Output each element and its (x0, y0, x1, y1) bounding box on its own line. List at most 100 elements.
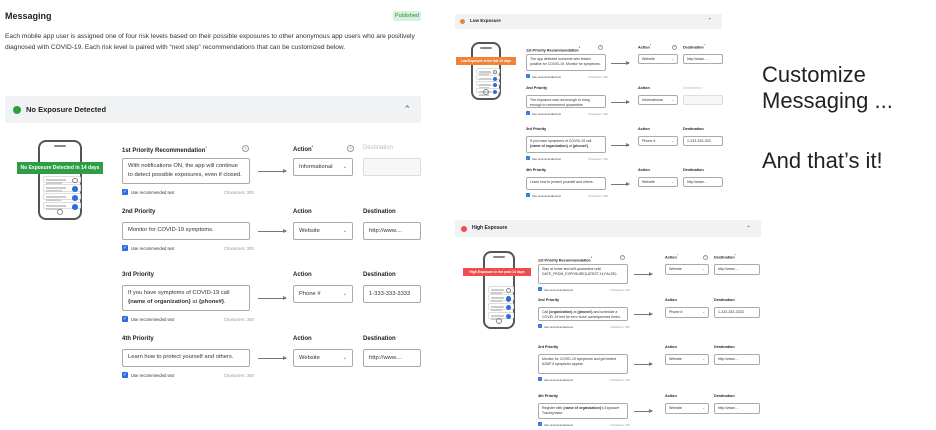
action-select[interactable]: Website ⌄ (665, 403, 709, 414)
recommendation-textarea[interactable]: The app detected someone who tested posi… (526, 54, 606, 71)
recommendation-textarea[interactable]: Learn how to protect yourself and others… (122, 349, 250, 367)
action-select-value: Website (669, 357, 682, 361)
destination-input[interactable]: http://www.... (714, 403, 760, 414)
action-label-text: Action (638, 127, 650, 131)
use-recommended-checkbox[interactable]: ✓ (526, 193, 530, 197)
placeholder-token: {phone#} (577, 310, 593, 314)
action-label-text: Action (293, 272, 312, 278)
phone-illustration (483, 251, 515, 329)
use-recommended-checkbox[interactable]: ✓ (538, 324, 542, 328)
destination-input[interactable]: http://www.... (363, 349, 421, 367)
recommendation-textarea[interactable]: The exposure was not enough to bring eno… (526, 95, 606, 108)
action-select-value: Website (642, 180, 655, 184)
use-recommended-checkbox[interactable]: ✓ (122, 316, 128, 322)
use-recommended-checkbox[interactable]: ✓ (526, 111, 530, 115)
action-select[interactable]: Website ⌄ (665, 354, 709, 365)
recommendation-textarea[interactable]: Call {organization} at {phone#} and sche… (538, 307, 628, 321)
placeholder-line (491, 305, 505, 308)
placeholder-line (491, 308, 502, 311)
destination-input[interactable]: http://www.... (714, 354, 760, 365)
placeholder-token: {organization} (549, 310, 573, 314)
help-icon[interactable]: ? (620, 255, 625, 260)
action-select[interactable]: Phone # ⌄ (665, 307, 709, 318)
help-icon[interactable]: ? (598, 45, 603, 50)
action-select[interactable]: Phone # ⌄ (638, 136, 678, 146)
destination-input[interactable]: http://www.... (683, 54, 723, 64)
use-recommended-checkbox[interactable]: ✓ (122, 372, 128, 378)
recommendation-textarea[interactable]: If you have symptoms of COVID-19 call {n… (122, 285, 250, 311)
action-select[interactable]: Website ⌄ (293, 349, 353, 367)
action-label: Action* (293, 145, 313, 153)
chevron-down-icon: ⌄ (671, 57, 674, 61)
use-recommended-label: Use recommended text (532, 156, 561, 161)
action-icon (492, 89, 497, 94)
action-label: Action* (665, 255, 678, 259)
use-recommended-checkbox[interactable]: ✓ (526, 74, 530, 78)
recommendation-textarea[interactable]: Monitor for COVID-19 symptoms and get te… (538, 354, 628, 374)
recommendation-textarea[interactable]: Learn how to protect yourself and others… (526, 177, 606, 190)
chevron-up-icon[interactable]: ⌃ (707, 18, 712, 24)
chevron-up-icon[interactable]: ⌃ (746, 225, 751, 232)
help-icon[interactable]: ? (672, 45, 677, 50)
recommendation-textarea[interactable]: With notifications ON, the app will cont… (122, 158, 250, 184)
use-recommended-checkbox[interactable]: ✓ (538, 422, 542, 426)
action-select[interactable]: Informational ⌄ (293, 158, 353, 176)
chevron-down-icon: ⌄ (342, 355, 347, 361)
help-icon[interactable]: ? (703, 255, 708, 260)
placeholder-token: {phone#} (198, 298, 224, 305)
recommendation-textarea[interactable]: Register with {name of organization}'s E… (538, 403, 628, 419)
section-header[interactable]: No Exposure Detected ⌃ (5, 96, 421, 123)
destination-input[interactable]: 1-333-333-333 (683, 136, 723, 146)
required-mark: * (703, 45, 705, 47)
destination-label: Destination (363, 272, 396, 278)
use-recommended-checkbox[interactable]: ✓ (122, 245, 128, 251)
phone-list-item (488, 302, 514, 311)
placeholder-token: {name of organization} (530, 144, 568, 148)
priority-label-text: 4th Priority (122, 336, 154, 342)
recommendation-textarea[interactable]: If you have symptoms of COVID-19 call {n… (526, 136, 606, 153)
placeholder-line (491, 297, 505, 300)
destination-input[interactable]: http://www.... (714, 264, 760, 275)
action-label: Action (293, 336, 312, 342)
chevron-up-icon[interactable]: ⌃ (403, 104, 411, 115)
info-icon (492, 70, 497, 75)
priority-label: 1st Priority Recommendation* (122, 145, 207, 154)
help-icon[interactable]: ? (347, 145, 354, 152)
action-label-text: Action (293, 209, 312, 215)
action-select[interactable]: Informational ⌄ (638, 95, 678, 105)
phone-list-item (476, 68, 500, 77)
arrow-right-icon (258, 229, 287, 233)
use-recommended-checkbox[interactable]: ✓ (538, 377, 542, 381)
phone-illustration (471, 42, 501, 100)
recommendation-textarea[interactable]: Stay at home and self-quarantine until D… (538, 264, 628, 284)
help-icon[interactable]: ? (242, 145, 249, 152)
section-header[interactable]: Low Exposure ⌃ (455, 14, 722, 29)
action-select[interactable]: Website ⌄ (293, 222, 353, 240)
action-select[interactable]: Website ⌄ (638, 177, 678, 187)
character-count: Characters: 300 (224, 373, 254, 378)
use-recommended-label: Use recommended text (532, 74, 561, 79)
use-recommended-checkbox[interactable]: ✓ (122, 189, 128, 195)
placeholder-line (46, 187, 66, 190)
priority-label-text: 1st Priority Recommendation (526, 48, 579, 53)
use-recommended-checkbox[interactable]: ✓ (526, 156, 530, 160)
section-header[interactable]: High Exposure ⌃ (455, 220, 761, 237)
risk-status-dot (460, 19, 465, 24)
recommendation-textarea[interactable]: Monitor for COVID-19 symptoms. (122, 222, 250, 240)
destination-input[interactable]: 1-333-333-3333 (363, 285, 421, 303)
action-select[interactable]: Website ⌄ (665, 264, 709, 275)
destination-label: Destination* (683, 45, 705, 49)
destination-input[interactable]: 1-333-333-3333 (714, 307, 760, 318)
destination-input[interactable]: http://www.... (683, 177, 723, 187)
use-recommended-checkbox[interactable]: ✓ (538, 287, 542, 291)
priority-label: 1st Priority Recommendation* (538, 255, 592, 262)
destination-label-text: Destination (714, 255, 735, 260)
action-label: Action (665, 298, 677, 302)
use-recommended-label: Use recommended text (544, 377, 573, 382)
character-count: Characters: 300 (610, 377, 630, 382)
action-label-text: Action (293, 147, 312, 153)
action-select[interactable]: Website ⌄ (638, 54, 678, 64)
text-fragment: at (190, 298, 199, 305)
destination-input[interactable]: http://www.... (363, 222, 421, 240)
action-select[interactable]: Phone # ⌄ (293, 285, 353, 303)
